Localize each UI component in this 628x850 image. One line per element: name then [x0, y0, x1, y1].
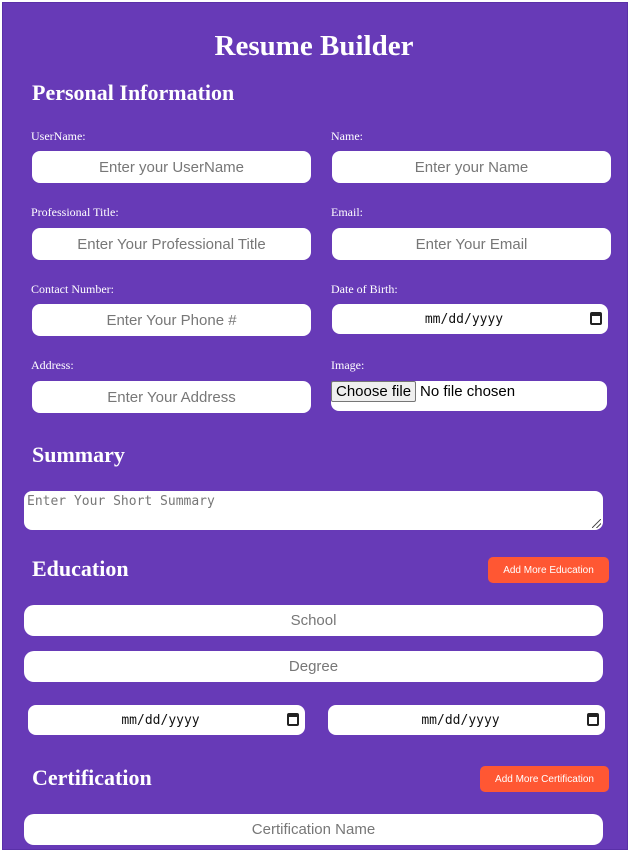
contact-number-label: Contact Number: — [31, 282, 114, 296]
email-label: Email: — [331, 205, 363, 219]
name-label: Name: — [331, 129, 363, 143]
username-input[interactable]: Enter your UserName — [32, 151, 311, 183]
name-input[interactable]: Enter your Name — [332, 151, 611, 183]
certification-name-input[interactable]: Certification Name — [24, 814, 603, 845]
calendar-icon[interactable] — [587, 713, 599, 726]
summary-textarea[interactable]: Enter Your Short Summary — [24, 491, 603, 530]
email-input[interactable]: Enter Your Email — [332, 228, 611, 260]
summary-heading: Summary — [32, 442, 125, 467]
calendar-icon[interactable] — [590, 312, 602, 325]
education-end-date-placeholder: mm/dd/yyyy — [421, 712, 500, 728]
address-label: Address: — [31, 358, 74, 372]
school-placeholder: School — [290, 612, 337, 629]
contact-number-placeholder: Enter Your Phone # — [106, 311, 237, 329]
email-placeholder: Enter Your Email — [415, 235, 528, 253]
name-placeholder: Enter your Name — [414, 158, 529, 176]
dob-date-placeholder: mm/dd/yyyy — [424, 311, 504, 327]
education-heading: Education — [32, 556, 129, 581]
dob-label: Date of Birth: — [331, 282, 398, 296]
choose-file-button[interactable]: Choose file — [331, 381, 417, 402]
username-label: UserName: — [31, 129, 86, 143]
certification-name-placeholder: Certification Name — [251, 821, 376, 838]
education-start-date-placeholder: mm/dd/yyyy — [121, 712, 200, 728]
professional-title-placeholder: Enter Your Professional Title — [77, 235, 266, 253]
summary-placeholder: Enter Your Short Summary — [27, 494, 215, 509]
personal-info-heading: Personal Information — [32, 80, 235, 105]
contact-number-input[interactable]: Enter Your Phone # — [32, 304, 311, 336]
calendar-icon[interactable] — [287, 713, 299, 726]
education-end-date-input[interactable]: mm/dd/yyyy — [328, 705, 605, 735]
professional-title-label: Professional Title: — [31, 205, 119, 219]
address-input[interactable]: Enter Your Address — [32, 381, 311, 413]
image-label: Image: — [331, 358, 365, 372]
file-status-text: No file chosen — [420, 383, 516, 400]
add-certification-button[interactable]: Add More Certification — [480, 766, 609, 792]
professional-title-input[interactable]: Enter Your Professional Title — [32, 228, 311, 260]
page-title: Resume Builder — [214, 30, 414, 62]
address-placeholder: Enter Your Address — [107, 388, 236, 406]
school-input[interactable]: School — [24, 605, 603, 636]
username-placeholder: Enter your UserName — [98, 158, 245, 176]
degree-placeholder: Degree — [288, 658, 339, 675]
dob-date-input[interactable]: mm/dd/yyyy — [332, 304, 608, 334]
resize-grip-icon[interactable] — [592, 519, 601, 528]
education-start-date-input[interactable]: mm/dd/yyyy — [28, 705, 305, 735]
add-education-button[interactable]: Add More Education — [488, 557, 609, 583]
certification-heading: Certification — [32, 765, 152, 790]
degree-input[interactable]: Degree — [24, 651, 603, 682]
image-file-input[interactable]: Choose file No file chosen — [331, 381, 607, 411]
